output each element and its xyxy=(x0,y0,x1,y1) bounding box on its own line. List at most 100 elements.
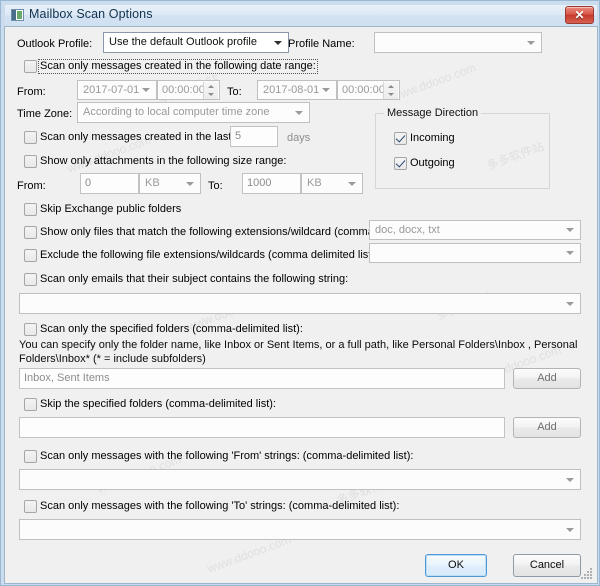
to-strings-label[interactable]: Scan only messages with the following 'T… xyxy=(40,500,399,513)
title-bar: Mailbox Scan Options ✕ xyxy=(2,2,599,28)
subject-filter-label[interactable]: Scan only emails that their subject cont… xyxy=(40,273,348,286)
to-time-value: 00:00:00 xyxy=(342,84,385,96)
message-direction-title: Message Direction xyxy=(384,107,482,119)
size-to-label: To: xyxy=(208,180,223,192)
from-date-select[interactable]: 2017-07-01 xyxy=(77,80,157,100)
chevron-down-icon xyxy=(566,527,574,532)
time-zone-value: According to local computer time zone xyxy=(83,106,270,118)
subject-filter-select[interactable] xyxy=(19,293,581,314)
spinner-arrows-icon[interactable] xyxy=(383,82,398,99)
include-extensions-value: doc, docx, txt xyxy=(375,224,440,236)
mailbox-scan-options-dialog: Mailbox Scan Options ✕ 多多软件站 www.ddooo.c… xyxy=(0,0,600,586)
size-from-label: From: xyxy=(17,180,46,192)
skip-folders-input[interactable] xyxy=(19,417,505,438)
to-strings-checkbox[interactable] xyxy=(24,500,37,513)
exclude-extensions-select[interactable] xyxy=(369,243,581,263)
specified-folders-label[interactable]: Scan only the specified folders (comma-d… xyxy=(40,323,303,336)
size-range-label[interactable]: Show only attachments in the following s… xyxy=(40,155,286,168)
specified-folders-add-button[interactable]: Add xyxy=(513,368,581,389)
date-range-checkbox-label[interactable]: Scan only messages created in the follow… xyxy=(38,59,318,74)
to-date-value: 2017-08-01 xyxy=(263,84,320,96)
chevron-down-icon xyxy=(566,477,574,482)
ok-button-label: OK xyxy=(448,559,464,571)
outlook-profile-label: Outlook Profile: xyxy=(17,38,93,50)
include-extensions-checkbox[interactable] xyxy=(24,226,37,239)
from-time-spinner[interactable]: 00:00:00 xyxy=(157,80,220,100)
resize-grip[interactable] xyxy=(581,568,593,580)
exclude-extensions-checkbox[interactable] xyxy=(24,249,37,262)
chevron-down-icon xyxy=(566,301,574,306)
time-zone-label: Time Zone: xyxy=(17,108,73,120)
specified-folders-hint-line1: You can specify only the folder name, li… xyxy=(19,339,578,351)
mailbox-icon xyxy=(11,9,24,21)
specified-folders-checkbox[interactable] xyxy=(24,323,37,336)
cancel-button[interactable]: Cancel xyxy=(513,554,581,577)
profile-name-label: Profile Name: xyxy=(288,38,355,50)
size-to-value: 1000 xyxy=(247,177,272,189)
window-title: Mailbox Scan Options xyxy=(29,7,153,21)
exclude-extensions-label[interactable]: Exclude the following file extensions/wi… xyxy=(40,249,378,262)
chevron-down-icon xyxy=(142,88,150,92)
from-date-value: 2017-07-01 xyxy=(83,84,140,96)
subject-filter-checkbox[interactable] xyxy=(24,273,37,286)
size-from-value: 0 xyxy=(85,177,92,189)
to-strings-select[interactable] xyxy=(19,519,581,540)
dialog-body: 多多软件站 www.ddooo.com www.ddooo.com 多多软件站 … xyxy=(5,27,597,583)
skip-folders-checkbox[interactable] xyxy=(24,398,37,411)
chevron-down-icon xyxy=(295,110,303,115)
chevron-down-icon xyxy=(566,251,574,255)
cancel-button-label: Cancel xyxy=(529,559,565,571)
spinner-arrows-icon[interactable] xyxy=(203,82,218,99)
outgoing-label[interactable]: Outgoing xyxy=(410,157,455,170)
size-from-input[interactable]: 0 xyxy=(80,173,139,194)
from-strings-checkbox[interactable] xyxy=(24,450,37,463)
chevron-down-icon xyxy=(566,228,574,232)
outlook-profile-select[interactable]: Use the default Outlook profile xyxy=(103,32,289,53)
include-extensions-label[interactable]: Show only files that match the following… xyxy=(40,226,425,239)
specified-folders-placeholder: Inbox, Sent Items xyxy=(24,372,110,384)
skip-public-folders-label[interactable]: Skip Exchange public folders xyxy=(40,203,181,216)
add-button-label: Add xyxy=(537,372,557,384)
date-range-checkbox[interactable] xyxy=(24,60,37,73)
size-range-checkbox[interactable] xyxy=(24,155,37,168)
specified-folders-input[interactable]: Inbox, Sent Items xyxy=(19,368,505,389)
skip-folders-label[interactable]: Skip the specified folders (comma-delimi… xyxy=(40,398,276,411)
ok-button[interactable]: OK xyxy=(425,554,487,577)
watermark: www.ddooo.com xyxy=(390,60,478,104)
close-icon: ✕ xyxy=(574,8,585,22)
size-to-unit: KB xyxy=(307,177,322,189)
last-days-checkbox[interactable] xyxy=(24,131,37,144)
from-time-value: 00:00:00 xyxy=(162,84,205,96)
chevron-down-icon xyxy=(186,181,194,186)
specified-folders-hint-line2: Folders\Inbox* (* = include subfolders) xyxy=(19,353,206,365)
last-days-value: 5 xyxy=(235,130,242,142)
last-days-input[interactable]: 5 xyxy=(230,126,278,147)
size-from-unit-select[interactable]: KB xyxy=(139,173,201,194)
close-button[interactable]: ✕ xyxy=(565,6,594,24)
last-days-label[interactable]: Scan only messages created in the last xyxy=(40,131,231,144)
chevron-down-icon xyxy=(527,40,535,45)
to-time-spinner[interactable]: 00:00:00 xyxy=(337,80,400,100)
chevron-down-icon xyxy=(274,40,282,45)
message-direction-group xyxy=(375,113,550,189)
from-date-label: From: xyxy=(17,86,46,98)
chevron-down-icon xyxy=(322,88,330,92)
to-date-select[interactable]: 2017-08-01 xyxy=(257,80,337,100)
skip-folders-add-button[interactable]: Add xyxy=(513,417,581,438)
size-to-input[interactable]: 1000 xyxy=(242,173,301,194)
from-strings-select[interactable] xyxy=(19,469,581,490)
outgoing-checkbox[interactable] xyxy=(394,157,407,170)
from-strings-label[interactable]: Scan only messages with the following 'F… xyxy=(40,450,413,463)
outlook-profile-value: Use the default Outlook profile xyxy=(109,36,257,48)
skip-public-folders-checkbox[interactable] xyxy=(24,203,37,216)
incoming-label[interactable]: Incoming xyxy=(410,132,455,145)
incoming-checkbox[interactable] xyxy=(394,132,407,145)
add-button-label: Add xyxy=(537,421,557,433)
size-to-unit-select[interactable]: KB xyxy=(301,173,363,194)
chevron-down-icon xyxy=(348,181,356,186)
to-date-label: To: xyxy=(227,86,242,98)
size-from-unit: KB xyxy=(145,177,160,189)
include-extensions-select[interactable]: doc, docx, txt xyxy=(369,220,581,240)
time-zone-select[interactable]: According to local computer time zone xyxy=(77,102,310,123)
profile-name-select[interactable] xyxy=(374,32,542,53)
